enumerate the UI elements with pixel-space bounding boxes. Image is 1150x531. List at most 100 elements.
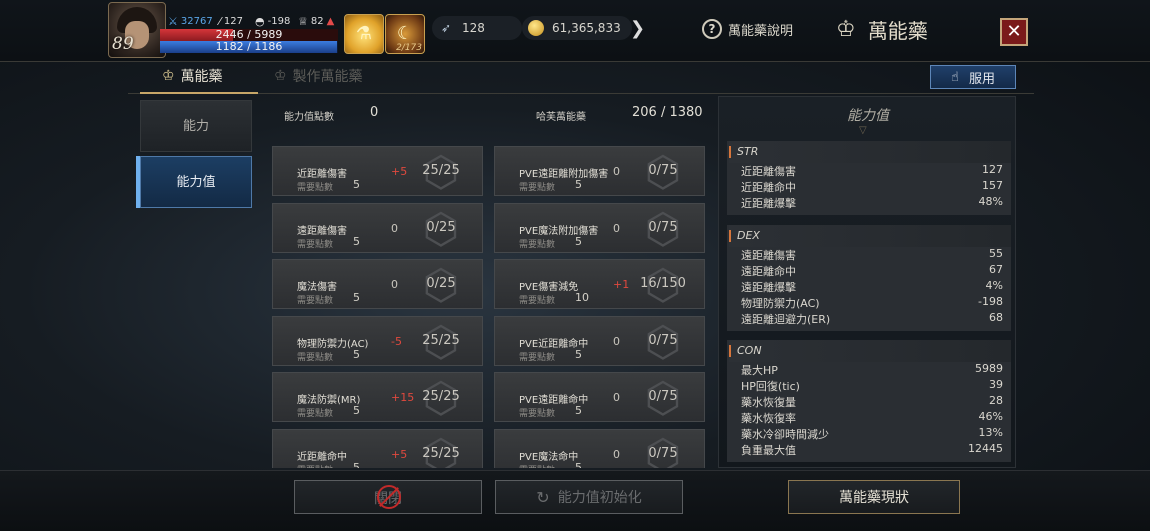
stat-card[interactable]: PVE遠距離命中 需要點數 5 0 ⬡ 0/75	[494, 372, 705, 422]
stat-name: PVE魔法命中	[519, 451, 579, 463]
stat-card[interactable]: PVE近距離命中 需要點數 5 0 ⬡ 0/75	[494, 315, 705, 366]
stat-value: 46%	[978, 410, 1003, 423]
required-points-label: 需要點數	[297, 352, 334, 363]
power-icon: ⚔	[168, 15, 178, 28]
pool-value: 206 / 1380	[632, 105, 703, 120]
buff-slot-item[interactable]: ☾ 2/173	[385, 14, 425, 54]
stat-row: 近距離爆擊 48%	[729, 195, 1011, 211]
stat-key: 物理防禦力(AC)	[741, 297, 820, 310]
str-stat: ⁄ 127	[219, 15, 243, 28]
stat-name: PVE遠距離附加傷害	[519, 169, 609, 180]
stat-card[interactable]: PVE魔法附加傷害 需要點數 5 0 ⬡ 0/75	[494, 202, 705, 253]
stat-card[interactable]: 近距離傷害 需要點數 5 +5 ⬡ 25/25	[272, 146, 483, 196]
stat-card[interactable]: 遠距離傷害 需要點數 5 0 ⬡ 0/25	[272, 202, 483, 253]
close-icon: ✕	[1006, 21, 1022, 42]
stat-key: 藥水恢復率	[741, 412, 796, 425]
required-points-value: 5	[575, 404, 582, 417]
stat-name: PVE傷害減免	[519, 282, 579, 293]
close-button[interactable]: ✕	[1000, 18, 1028, 46]
required-points-label: 需要點數	[519, 463, 555, 469]
stat-key: HP回復(tic)	[741, 380, 800, 393]
required-points-value: 5	[575, 178, 582, 191]
stat-row: 藥水恢復率 46%	[729, 410, 1011, 426]
stat-row: 遠距離命中 67	[729, 263, 1011, 279]
currency-feather[interactable]: ➶ 128	[432, 16, 522, 40]
stat-bonus: 0	[613, 165, 620, 178]
gold-coin-icon	[528, 20, 544, 36]
stat-name: 近距離命中	[297, 451, 347, 463]
stat-row: 遠距離迴避力(ER) 68	[729, 311, 1011, 327]
stat-section-dex: DEX 遠距離傷害 55 遠距離命中 67 遠距離爆擊 4% 物理防禦力(AC) -198 遠距離…	[727, 225, 1011, 331]
required-points-value: 5	[575, 234, 582, 248]
stat-card[interactable]: 物理防禦力(AC) 需要點數 5 -5 ⬡ 25/25	[272, 315, 483, 366]
required-points-value: 5	[575, 347, 582, 361]
section-header: CON	[729, 340, 1011, 362]
potion-icon: ⚗	[355, 23, 373, 44]
chevron-right-icon[interactable]: ❯	[630, 18, 645, 39]
up-arrow-icon: ▲	[326, 16, 335, 27]
stats-panel: 能力值 ▽ STR 近距離傷害 127 近距離命中 157 近距離爆擊 48% DEX 遠距離傷…	[718, 96, 1016, 468]
stat-key: 近距離爆擊	[741, 197, 796, 210]
stat-progress: 25/25	[422, 389, 460, 404]
use-button[interactable]: ☝ 服用	[930, 65, 1016, 89]
help-button[interactable]: ? 萬能藥說明	[702, 19, 793, 39]
tab-craft-elixir[interactable]: ♔ 製作萬能藥	[274, 66, 363, 86]
required-points-value: 5	[353, 291, 360, 304]
stat-bonus: -5	[391, 334, 402, 348]
feather-icon: ➶	[440, 21, 452, 35]
side-item-ability[interactable]: 能力	[140, 100, 252, 152]
stat-value: -198	[978, 295, 1003, 308]
required-points-value: 5	[353, 234, 360, 248]
section-header: DEX	[729, 225, 1011, 247]
stat-value: 48%	[978, 195, 1003, 208]
stat-progress: 25/25	[422, 163, 460, 178]
stat-bonus: +5	[391, 165, 408, 178]
stat-key: 最大HP	[741, 364, 778, 377]
required-points-label: 需要點數	[297, 183, 334, 193]
stat-card[interactable]: PVE傷害減免 需要點數 10 +1 ⬡ 16/150	[494, 259, 705, 309]
helmet-icon: ◓	[255, 15, 265, 28]
stat-card[interactable]: PVE魔法命中需要點數50⬡0/75	[494, 428, 705, 469]
reset-stats-button[interactable]: ↻ 能力值初始化	[495, 480, 683, 514]
currency-gold[interactable]: 61,365,833	[522, 16, 632, 40]
required-points-label: 需要點數	[519, 352, 556, 363]
combat-power: ⚔ 32767	[168, 15, 213, 28]
stat-card[interactable]: 魔法防禦(MR) 需要點數 5 +15 ⬡ 25/25	[272, 372, 483, 422]
required-points-label: 需要點數	[297, 409, 334, 419]
stat-key: 近距離傷害	[741, 165, 796, 178]
required-points-value: 5	[353, 404, 360, 417]
stat-value: 13%	[978, 426, 1003, 439]
tab-elixir[interactable]: ♔ 萬能藥	[162, 66, 223, 86]
buff-slot-potion[interactable]: ⚗	[344, 14, 384, 54]
stat-card[interactable]: 近距離命中需要點數5+5⬡25/25	[272, 428, 483, 469]
crown-icon: ♔	[836, 17, 856, 42]
stat-value: 157	[982, 179, 1003, 192]
stat-name: 魔法防禦(MR)	[297, 395, 361, 406]
stat-card[interactable]: PVE遠距離附加傷害 需要點數 5 0 ⬡ 0/75	[494, 146, 705, 196]
required-points-value: 5	[353, 347, 360, 361]
stat-value: 68	[989, 311, 1003, 324]
side-item-stats[interactable]: 能力值	[140, 156, 252, 208]
stat-key: 近距離命中	[741, 181, 796, 194]
stat-key: 遠距離傷害	[741, 249, 796, 262]
stat-row: 藥水冷卻時間減少 13%	[729, 426, 1011, 442]
stat-key: 遠距離迴避力(ER)	[741, 313, 831, 326]
required-points-label: 需要點數	[519, 183, 556, 193]
potion-hand-icon: ☝	[951, 69, 959, 85]
stat-row: 藥水恢復量 28	[729, 394, 1011, 410]
required-points-label: 需要點數	[297, 463, 333, 469]
stat-progress: 0/25	[426, 276, 456, 291]
crown-icon: ♔	[162, 68, 175, 84]
stat-value: 28	[989, 394, 1003, 407]
emblem-icon: ▽	[859, 125, 867, 136]
stat-key: 藥水恢復量	[741, 396, 796, 409]
help-icon: ?	[702, 19, 722, 39]
stat-card[interactable]: 魔法傷害 需要點數 5 0 ⬡ 0/25	[272, 259, 483, 309]
stat-bonus: 0	[613, 391, 620, 404]
close-disabled-button[interactable]: 關閉	[294, 480, 482, 514]
stat-bonus: 0	[391, 221, 398, 235]
stat-progress: 16/150	[640, 276, 686, 291]
refresh-icon: ↻	[536, 487, 550, 507]
character-level: 89	[112, 34, 134, 54]
elixir-status-button[interactable]: 萬能藥現狀	[788, 480, 960, 514]
